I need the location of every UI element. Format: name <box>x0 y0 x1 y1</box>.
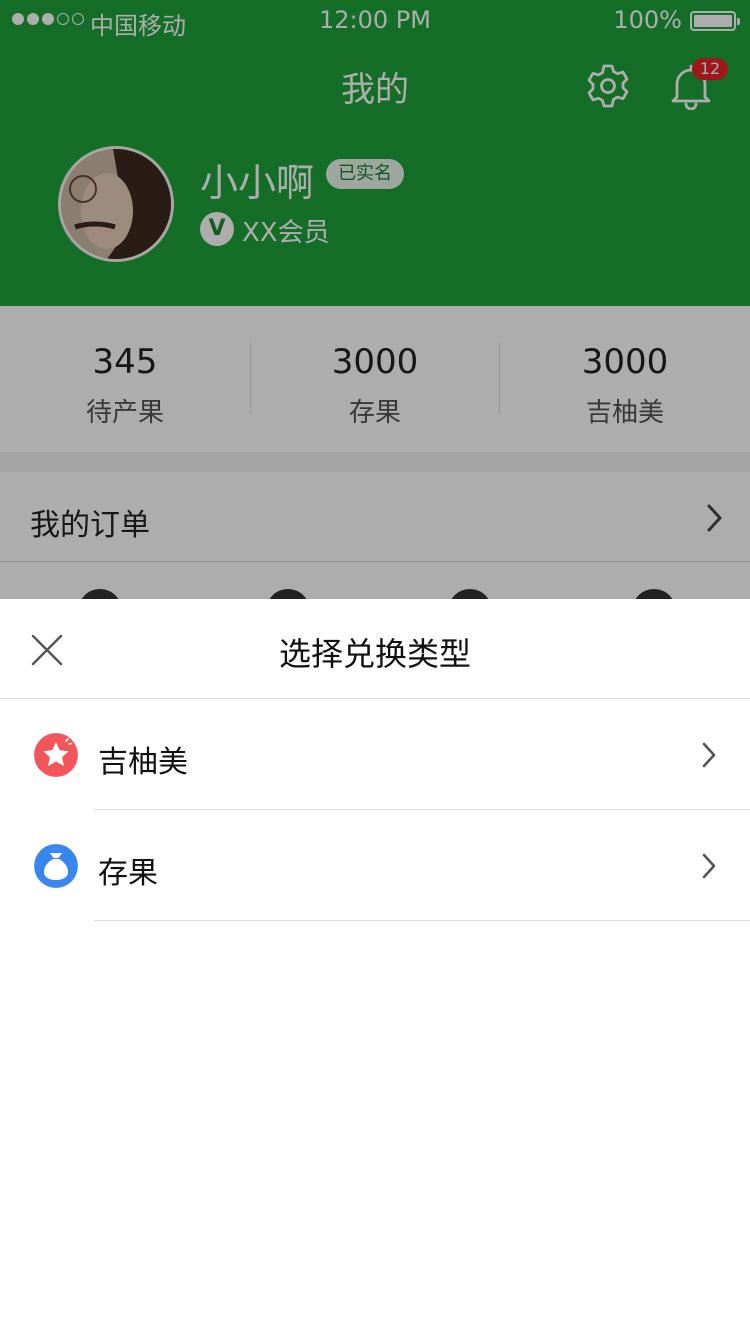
option-label: 存果 <box>98 856 158 891</box>
chevron-right-icon <box>702 742 716 768</box>
star-icon <box>34 733 78 777</box>
exchange-type-sheet: 选择兑换类型 吉柚美 存果 <box>0 599 750 1334</box>
option-jiyoumei[interactable]: 吉柚美 <box>0 699 750 810</box>
chevron-right-icon <box>702 853 716 879</box>
money-bag-icon <box>34 844 78 888</box>
option-label: 吉柚美 <box>98 745 188 780</box>
option-stored-fruit[interactable]: 存果 <box>0 810 750 921</box>
divider <box>94 920 750 921</box>
sheet-title: 选择兑换类型 <box>278 635 471 673</box>
sheet-header: 选择兑换类型 <box>0 599 750 699</box>
